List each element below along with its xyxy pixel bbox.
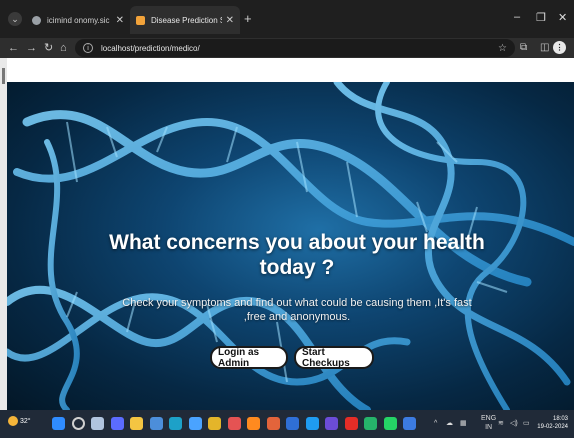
wifi-icon[interactable]: ≋ <box>498 419 504 428</box>
firefox-icon[interactable] <box>247 417 260 430</box>
chat-icon[interactable] <box>110 417 124 430</box>
gallery-icon[interactable] <box>325 417 338 430</box>
file-explorer-icon[interactable] <box>130 417 143 430</box>
clock-time: 18:03 <box>552 416 568 422</box>
start-checkups-button[interactable]: Start Checkups <box>294 346 374 369</box>
battery-icon[interactable]: ▭ <box>523 419 530 428</box>
office-icon[interactable] <box>266 417 280 430</box>
reload-icon[interactable]: ↻ <box>44 41 53 55</box>
system-clock[interactable]: 18:03 19-02-2024 <box>537 415 568 431</box>
close-tab-icon[interactable]: ✕ <box>226 15 234 26</box>
back-arrow-icon[interactable]: ← <box>8 41 19 55</box>
volume-icon[interactable]: ◁) <box>510 419 518 428</box>
star-icon[interactable]: ☆ <box>498 43 507 54</box>
restore-icon[interactable]: ❐ <box>536 11 546 24</box>
lang-bottom: IN <box>485 424 493 431</box>
close-tab-icon[interactable]: ✕ <box>116 15 124 26</box>
extensions-icon[interactable]: ⧉ <box>520 41 527 55</box>
app-icon[interactable] <box>286 417 299 430</box>
cortana-icon[interactable] <box>188 417 202 430</box>
browser-titlebar: ⌄ icimind onomy.sic ir ✕ Disease Predict… <box>0 0 574 38</box>
forward-arrow-icon[interactable]: → <box>26 41 37 55</box>
login-admin-button[interactable]: Login as Admin <box>210 346 288 369</box>
tray-overflow-icon[interactable]: ^ <box>434 419 437 428</box>
tab-title: Disease Prediction System <box>151 15 222 25</box>
task-view-icon[interactable] <box>91 417 104 430</box>
url-text[interactable]: localhost/prediction/medico/ <box>101 44 498 53</box>
minimize-icon[interactable]: – <box>514 11 520 23</box>
kebab-menu-icon[interactable]: ⋮ <box>553 41 566 54</box>
edge-icon[interactable] <box>169 417 182 430</box>
weather-icon <box>8 416 18 426</box>
tab-search-icon[interactable]: ⌄ <box>8 12 22 26</box>
hero-banner: What concerns you about your health toda… <box>7 82 574 410</box>
tab-active[interactable]: Disease Prediction System ✕ <box>130 6 240 34</box>
weather-widget[interactable]: 32° <box>8 416 31 426</box>
clock-date: 19-02-2024 <box>537 424 568 430</box>
new-tab-icon[interactable]: + <box>244 12 252 26</box>
windows-start-icon[interactable] <box>52 417 65 430</box>
windows-taskbar: 32° ^ ☁ ▦ ENG IN ≋ ◁) ▭ 18:03 19-02-2024 <box>0 410 574 438</box>
hero-subtitle: Check your symptoms and find out what co… <box>122 297 472 323</box>
tab-favicon-icon <box>32 15 41 25</box>
site-info-icon[interactable]: i <box>83 43 93 53</box>
language-indicator[interactable]: ENG IN <box>481 414 496 432</box>
shield-icon[interactable] <box>227 417 241 430</box>
notes-icon[interactable] <box>149 417 163 430</box>
page-viewport: What concerns you about your health toda… <box>7 58 574 410</box>
address-bar-row: ← → ↻ ⌂ i localhost/prediction/medico/ ☆… <box>0 38 574 58</box>
page-header-strip <box>7 58 574 82</box>
home-icon[interactable]: ⌂ <box>60 41 67 55</box>
youtube-icon[interactable] <box>344 417 358 430</box>
tray-app-icon[interactable]: ▦ <box>460 419 467 428</box>
address-bar[interactable]: i localhost/prediction/medico/ ☆ <box>75 39 515 57</box>
green-app-icon[interactable] <box>364 417 377 430</box>
store-icon[interactable] <box>403 417 416 430</box>
search-icon[interactable] <box>71 417 85 430</box>
tab-inactive[interactable]: icimind onomy.sic ir ✕ <box>26 6 130 34</box>
close-window-icon[interactable]: ✕ <box>558 11 567 24</box>
vscode-icon[interactable] <box>305 417 319 430</box>
tab-favicon-icon <box>136 15 145 25</box>
hero-title: What concerns you about your health toda… <box>109 231 485 279</box>
tab-title: icimind onomy.sic ir <box>47 15 112 25</box>
whatsapp-icon[interactable] <box>383 417 397 430</box>
cloud-icon[interactable]: ☁ <box>446 419 453 428</box>
side-panel-icon[interactable]: ◫ <box>540 41 549 55</box>
scrollbar-thumb[interactable] <box>2 68 5 84</box>
chrome-icon[interactable] <box>208 417 221 430</box>
weather-temp: 32° <box>19 417 31 425</box>
lang-top: ENG <box>481 415 497 422</box>
left-scroll-strip <box>0 58 7 410</box>
